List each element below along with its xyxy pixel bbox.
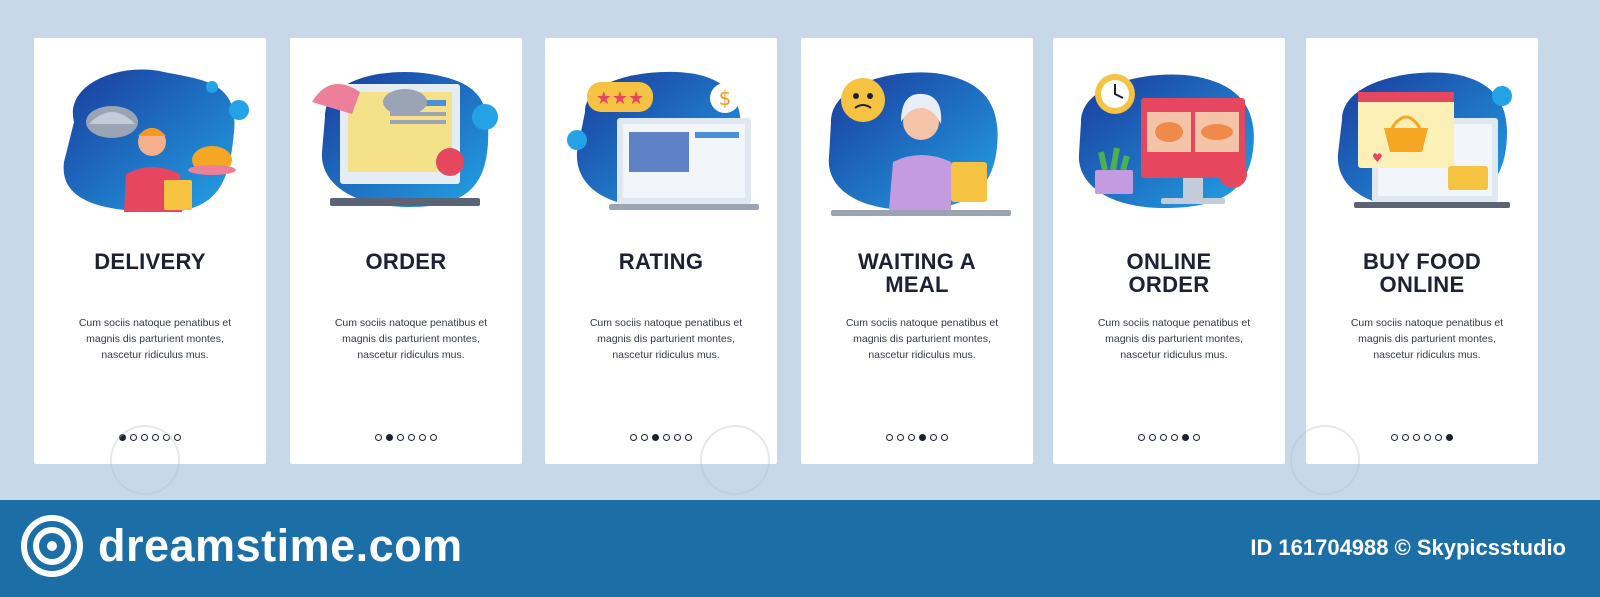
page-dot[interactable] [1138,434,1145,441]
svg-text:★★★: ★★★ [596,88,644,109]
computer-order-icon [290,62,522,222]
pagination-dots [801,434,1033,441]
id-value: 161704988 [1278,535,1389,560]
image-credit: ID 161704988 © Skypicsstudio [1250,534,1572,562]
watermark-swirl-icon [1290,425,1360,495]
card-description: Cum sociis natoque penatibus et magnis d… [78,317,232,361]
card-title: WAITING A MEAL [858,249,976,297]
page-dot[interactable] [1402,434,1409,441]
page-dot[interactable] [397,434,404,441]
page-dot[interactable] [408,434,415,441]
card-description: Cum sociis natoque penatibus et magnis d… [334,317,488,361]
page-dot[interactable] [941,434,948,441]
footer-bar: dreamstime.com ID 161704988 © Skypicsstudi… [0,500,1600,597]
card-order[interactable]: ORDER Cum sociis natoque penatibus et ma… [290,38,522,464]
page-dot[interactable] [886,434,893,441]
page-dot[interactable] [1160,434,1167,441]
svg-text:♥: ♥ [1372,151,1383,165]
card-online-order[interactable]: ONLINE ORDER Cum sociis natoque penatibu… [1053,38,1285,464]
page-dot[interactable] [386,434,393,441]
page-dot[interactable] [897,434,904,441]
card-title: ONLINE ORDER [1126,249,1212,297]
page-dot[interactable] [652,434,659,441]
card-description: Cum sociis natoque penatibus et magnis d… [1097,317,1251,361]
page-dot[interactable] [1149,434,1156,441]
page-dot[interactable] [430,434,437,441]
svg-text:$: $ [719,86,732,110]
laptop-basket-icon: ♥ [1306,62,1538,222]
laptop-rating-icon: ★★★ $ [545,62,777,222]
page-dot[interactable] [1182,434,1189,441]
page-dot[interactable] [419,434,426,441]
page-dot[interactable] [174,434,181,441]
page-dot[interactable] [641,434,648,441]
page-dot[interactable] [375,434,382,441]
page-dot[interactable] [1446,434,1453,441]
brand-name[interactable]: dreamstime.com [98,520,463,572]
card-delivery[interactable]: DELIVERY Cum sociis natoque penatibus et… [34,38,266,464]
page-dot[interactable] [1193,434,1200,441]
page-dot[interactable] [1435,434,1442,441]
page-dot[interactable] [1424,434,1431,441]
card-description: Cum sociis natoque penatibus et magnis d… [845,317,999,361]
copyright: © Skypicsstudio [1394,535,1566,560]
card-title: RATING [618,249,704,274]
onboarding-screens: DELIVERY Cum sociis natoque penatibus et… [0,0,1600,500]
card-description: Cum sociis natoque penatibus et magnis d… [589,317,743,361]
page-dot[interactable] [674,434,681,441]
dreamstime-logo-icon [21,515,83,577]
page-dot[interactable] [685,434,692,441]
card-waiting-meal[interactable]: WAITING A MEAL Cum sociis natoque penati… [801,38,1033,464]
card-buy-food-online[interactable]: ♥ BUY FOOD ONLINE Cum sociis natoque pen… [1306,38,1538,464]
pagination-dots [1053,434,1285,441]
card-title: BUY FOOD ONLINE [1362,249,1482,297]
page-dot[interactable] [908,434,915,441]
page-dot[interactable] [1171,434,1178,441]
page-dot[interactable] [630,434,637,441]
card-title: ORDER [365,249,447,274]
card-rating[interactable]: ★★★ $ RATING Cum sociis natoque penatibu… [545,38,777,464]
pagination-dots [290,434,522,441]
page-dot[interactable] [663,434,670,441]
page-dot[interactable] [1413,434,1420,441]
watermark-swirl-icon [700,425,770,495]
courier-icon [34,62,266,222]
page-dot[interactable] [930,434,937,441]
hungry-woman-icon [801,62,1033,222]
page-dot[interactable] [1391,434,1398,441]
page-dot[interactable] [919,434,926,441]
monitor-fish-icon [1053,62,1285,222]
id-label: ID [1250,535,1273,560]
card-title: DELIVERY [94,249,206,274]
card-description: Cum sociis natoque penatibus et magnis d… [1350,317,1504,361]
watermark-swirl-icon [110,425,180,495]
